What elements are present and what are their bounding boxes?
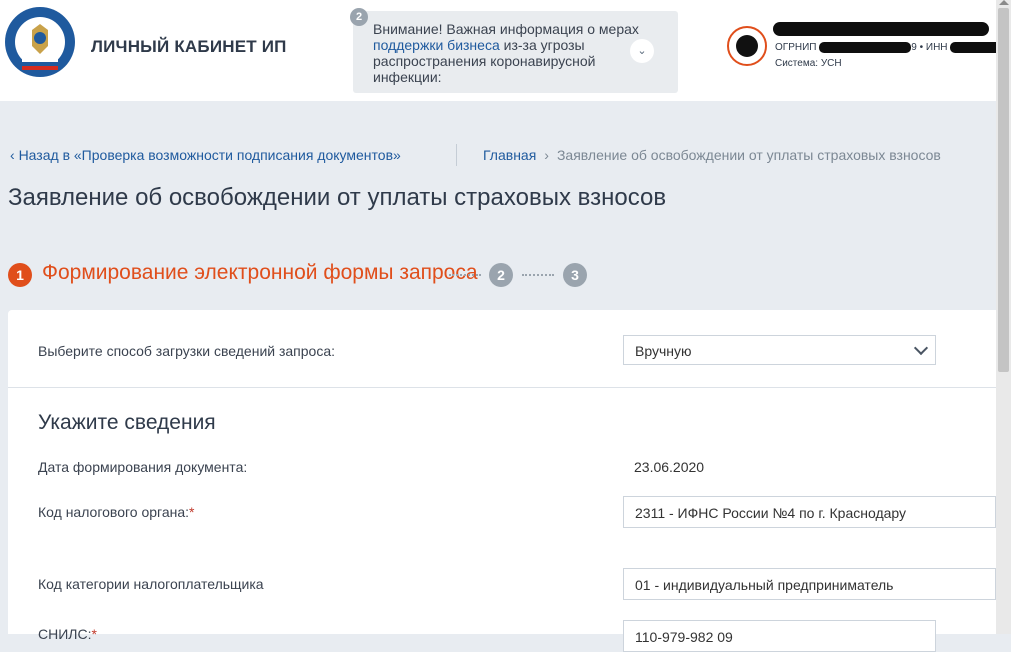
avatar[interactable]: [727, 26, 767, 66]
breadcrumb: Главная › Заявление об освобождении от упл…: [483, 147, 941, 163]
step-1-label: Формирование электронной формы запроса: [42, 261, 478, 284]
required-mark: *: [91, 626, 97, 642]
notice-count-badge: 2: [350, 8, 368, 26]
breadcrumb-divider: [456, 144, 457, 166]
step-connector: [449, 274, 481, 276]
divider: [8, 387, 996, 388]
snils-field[interactable]: 110-979-982 09: [623, 620, 936, 652]
upload-method-label: Выберите способ загрузки сведений запрос…: [38, 343, 336, 359]
snils-value: 110-979-982 09: [635, 629, 733, 645]
date-value: 23.06.2020: [634, 459, 705, 475]
tax-system: Система: УСН: [775, 58, 842, 69]
upload-method-value: Вручную: [635, 343, 692, 359]
inn-label: ИНН: [925, 42, 948, 54]
back-link-label: Назад в «Проверка возможности подписания…: [18, 147, 401, 163]
required-mark: *: [189, 504, 195, 520]
notice-text-before: Внимание! Важная информация о мерах: [373, 21, 639, 37]
chevron-down-icon[interactable]: ⌄: [630, 39, 654, 63]
header: ЛИЧНЫЙ КАБИНЕТ ИП 2 Внимание! Важная инф…: [0, 0, 1011, 101]
back-link[interactable]: ‹ Назад в «Проверка возможности подписан…: [10, 147, 401, 163]
scrollbar[interactable]: [996, 0, 1011, 634]
snils-label-text: СНИЛС:: [38, 626, 92, 642]
chevron-left-icon: ‹: [10, 147, 15, 163]
snils-label: СНИЛС:*: [38, 626, 97, 642]
step-connector: [522, 274, 554, 276]
chevron-right-icon: ›: [544, 147, 549, 163]
ogrnip-label: ОГРНИП: [775, 42, 817, 54]
category-field[interactable]: 01 - индивидуальный предприниматель: [623, 568, 996, 600]
avatar-redacted: [736, 35, 758, 57]
step-2: 2: [489, 263, 513, 287]
notice-link[interactable]: поддержки бизнеса: [373, 37, 500, 53]
fns-logo[interactable]: [4, 6, 76, 78]
page-title: Заявление об освобождении от уплаты стра…: [8, 184, 667, 211]
tax-authority-label-text: Код налогового органа:: [38, 504, 190, 520]
tax-authority-label: Код налогового органа:*: [38, 504, 194, 520]
category-label: Код категории налогоплательщика: [38, 576, 264, 592]
breadcrumb-home[interactable]: Главная: [483, 147, 536, 163]
notice-banner[interactable]: 2 Внимание! Важная информация о мерах по…: [350, 8, 678, 93]
user-name-redacted: [773, 22, 989, 36]
cabinet-title: ЛИЧНЫЙ КАБИНЕТ ИП: [91, 37, 287, 56]
date-label: Дата формирования документа:: [38, 459, 248, 475]
step-1: 1: [8, 263, 32, 287]
category-value: 01 - индивидуальный предприниматель: [635, 577, 894, 593]
ogrnip-tail: 9: [911, 42, 917, 54]
tax-authority-field[interactable]: 2311 - ИФНС России №4 по г. Краснодару: [623, 496, 996, 528]
notice-text: Внимание! Важная информация о мерах подд…: [373, 21, 648, 85]
user-ids: ОГРНИП 9 • ИНН: [775, 42, 1011, 53]
upload-method-select[interactable]: Вручную: [623, 335, 936, 365]
id-separator: •: [919, 42, 924, 54]
form-card: Выберите способ загрузки сведений запрос…: [8, 310, 996, 652]
step-3: 3: [563, 263, 587, 287]
tax-authority-value: 2311 - ИФНС России №4 по г. Краснодару: [635, 505, 907, 521]
scrollbar-thumb[interactable]: [998, 8, 1009, 372]
ogrnip-redacted: [819, 42, 912, 53]
breadcrumb-current: Заявление об освобождении от уплаты стра…: [556, 147, 941, 163]
chevron-down-icon: [913, 340, 929, 356]
section-title: Укажите сведения: [38, 411, 216, 434]
scroll-up-arrow-icon[interactable]: [999, 0, 1009, 5]
